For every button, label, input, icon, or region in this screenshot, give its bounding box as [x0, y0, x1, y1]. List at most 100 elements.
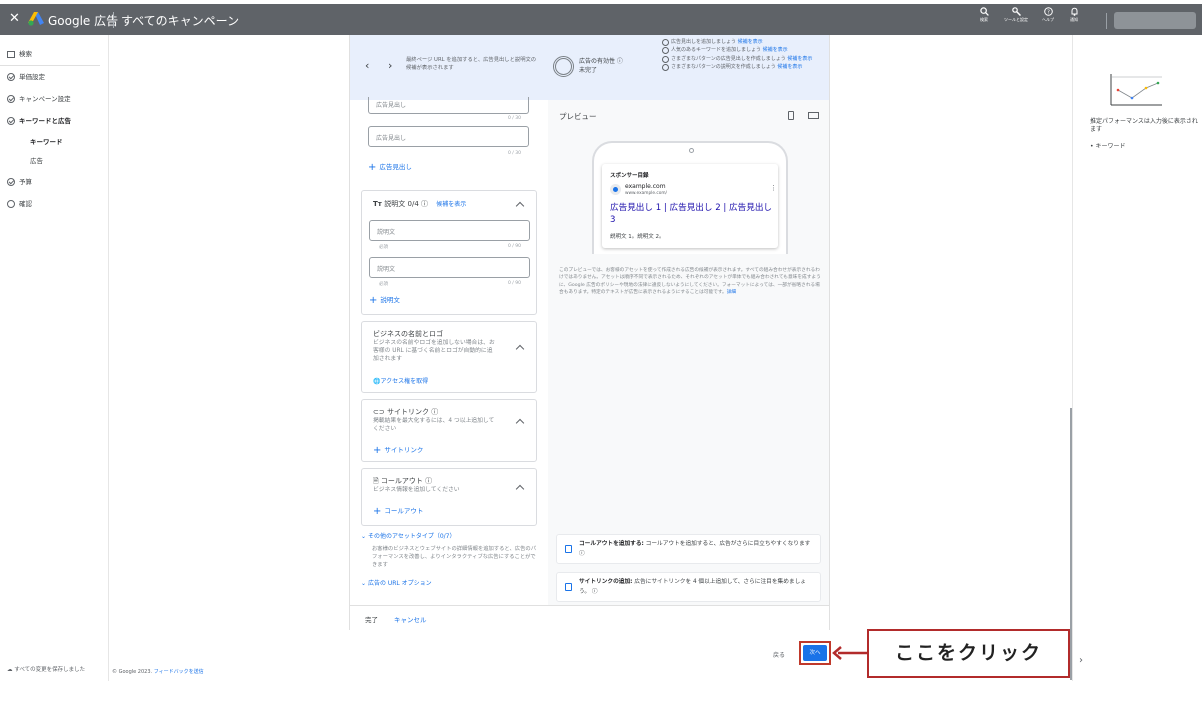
notifications-label: 通知: [1070, 17, 1078, 22]
callout-tip[interactable]: コールアウトを追加する: コールアウトを追加すると、広告がさらに目立ちやすくなり…: [556, 534, 821, 564]
campaign-type-icon: [7, 50, 15, 58]
sponsor-label: スポンサー目録: [610, 173, 649, 179]
arrow-left-icon: [832, 646, 868, 660]
show-suggestions-link[interactable]: 候補を表示: [787, 56, 812, 62]
step-budget[interactable]: 予算: [7, 176, 32, 186]
google-ads-app: ✕ Google 広告 すべてのキャンペーン 検索 ツールと設定 ? ヘルプ 通…: [0, 0, 1202, 711]
help-label: ヘルプ: [1042, 17, 1054, 22]
suggestion-item: さまざまなパターンの広告見出しを作成しましょう 候補を表示: [662, 55, 827, 63]
ad-headline: 広告見出し 1 | 広告見出し 2 | 広告見出し 3: [610, 203, 773, 225]
cancel-button[interactable]: キャンセル: [394, 614, 427, 624]
plus-icon: +: [373, 506, 382, 517]
more-vert-icon[interactable]: ⋮: [770, 184, 777, 192]
feedback-link[interactable]: フィードバックを送信: [154, 669, 204, 675]
ad-strength-ring-icon: [553, 56, 574, 77]
substep-ads[interactable]: 広告: [30, 155, 43, 165]
add-callout-button[interactable]: + コールアウト: [373, 505, 423, 517]
plus-icon: +: [373, 445, 382, 456]
performance-chart-illustration: [1110, 74, 1162, 106]
step-review[interactable]: 確認: [7, 198, 32, 208]
preview-title: プレビュー: [559, 112, 597, 121]
step-campaign-settings[interactable]: キャンペーン設定: [7, 93, 71, 103]
chevron-down-icon: ⌄: [361, 533, 368, 540]
business-title: ビジネスの名前とロゴ: [373, 330, 443, 338]
tools-icon[interactable]: ツールと設定: [1003, 7, 1029, 22]
scrollbar[interactable]: [1070, 408, 1072, 680]
check-circle-icon: [7, 117, 15, 125]
mobile-preview-icon[interactable]: [788, 111, 794, 120]
show-suggestions-link[interactable]: 候補を表示: [777, 64, 802, 70]
check-circle-icon: [7, 95, 15, 103]
headline-input[interactable]: 広告見出し: [368, 126, 529, 147]
account-info-blurred[interactable]: [1114, 12, 1196, 29]
sitelink-tip[interactable]: サイトリンクの追加: 広告にサイトリンクを 4 個以上追加して、さらに注目を集め…: [556, 572, 821, 602]
learn-more-link[interactable]: 詳細: [727, 290, 736, 295]
show-suggestions-link[interactable]: 候補を表示: [763, 47, 788, 53]
text-format-icon: Tт: [373, 200, 385, 208]
business-name-logo-card: ビジネスの名前とロゴ ビジネスの名前やロゴを追加しない場合は、お客様の URL …: [361, 321, 537, 393]
desktop-preview-icon[interactable]: [808, 112, 819, 119]
campaign-steps-nav: 検索 単価設定 キャンペーン設定 キーワードと広告 キーワード 広告 予算 確認…: [0, 35, 109, 681]
phone-camera: [689, 148, 694, 153]
check-circle-icon: [7, 73, 15, 81]
title-divider: [113, 12, 114, 28]
google-ads-logo-icon: [28, 12, 44, 26]
get-access-link[interactable]: 🌐アクセス権を取得: [373, 376, 428, 385]
favicon-icon: [610, 184, 621, 195]
chevron-right-icon[interactable]: ›: [388, 59, 392, 72]
show-suggestions-link[interactable]: 候補を表示: [436, 201, 466, 208]
add-description-button[interactable]: + 説明文: [369, 294, 400, 306]
ad-description: 説明文 1。説明文 2。: [610, 234, 665, 240]
headline-char-count: 0 / 30: [508, 116, 521, 121]
back-button[interactable]: 戻る: [773, 650, 785, 659]
other-asset-types-toggle[interactable]: ⌄ その他のアセットタイプ（0/7）: [361, 531, 455, 540]
nav-divider: [0, 65, 100, 66]
save-status: ☁ すべての変更を保存しました: [7, 667, 86, 673]
add-sitelink-button[interactable]: + サイトリンク: [373, 444, 423, 456]
description-input[interactable]: 説明文: [369, 257, 530, 278]
estimate-info-text: 推定パフォーマンスは入力後に表示されます: [1090, 118, 1198, 133]
search-icon[interactable]: 検索: [971, 7, 997, 22]
chevron-right-icon[interactable]: ›: [1079, 655, 1083, 666]
callouts-card: 🗎 コールアウト ⓘ ビジネス情報を追加してください + コールアウト: [361, 468, 537, 526]
sitelinks-card: ⊂⊃ サイトリンク ⓘ 掲載結果を最大化するには、4 つ以上追加してください +…: [361, 399, 537, 462]
notifications-icon[interactable]: 通知: [1061, 7, 1087, 22]
tools-label: ツールと設定: [1004, 17, 1028, 22]
step-keywords-and-ads[interactable]: キーワードと広告: [7, 115, 71, 125]
headline-input[interactable]: 広告見出し: [368, 97, 529, 114]
sitelinks-desc: 掲載結果を最大化するには、4 つ以上追加してください: [373, 418, 495, 432]
url-options-toggle[interactable]: ⌄ 広告の URL オプション: [361, 578, 432, 587]
link-icon: ⊂⊃: [373, 408, 387, 416]
suggestion-item: 人気のあるキーワードを追加しましょう 候補を表示: [662, 47, 827, 55]
show-suggestions-link[interactable]: 候補を表示: [738, 39, 763, 45]
preview-note: このプレビューでは、お客様のアセットを使って作成される広告の候補が表示されます。…: [559, 268, 821, 295]
required-label: 必須: [379, 245, 388, 250]
callouts-desc: ビジネス情報を追加してください: [373, 487, 460, 493]
chevron-down-icon: ⌄: [361, 580, 368, 587]
page-title[interactable]: すべてのキャンペーン: [121, 12, 239, 29]
phone-mockup: スポンサー目録 example.com www.example.com/ ⋮ 広…: [592, 141, 788, 254]
descriptions-card: Tт 説明文 0/4 ⓘ 候補を表示 説明文 必須 0 / 90 説明文 必須 …: [361, 190, 537, 315]
step-bidding[interactable]: 単価設定: [7, 71, 45, 81]
account-divider: [1106, 13, 1107, 29]
campaign-type-item[interactable]: 検索: [7, 48, 32, 58]
close-icon[interactable]: ✕: [9, 11, 20, 26]
substep-keywords[interactable]: キーワード: [30, 136, 63, 146]
ad-strength-banner: ‹ › 最終ページ URL を追加すると、広告見出しと説明文の候補が表示されます…: [350, 35, 829, 100]
done-button[interactable]: 完了: [365, 614, 378, 624]
click-here-callout: ここをクリック: [867, 629, 1070, 678]
tip-doc-icon: [565, 583, 572, 591]
description-char-count: 0 / 90: [508, 281, 521, 286]
chevron-left-icon[interactable]: ‹: [365, 59, 369, 72]
next-button[interactable]: 次へ: [803, 645, 827, 661]
description-input[interactable]: 説明文: [369, 220, 530, 241]
add-headline-button[interactable]: + 広告見出し: [368, 161, 412, 173]
required-label: 必須: [379, 282, 388, 287]
next-button-highlight: 次へ: [799, 641, 831, 665]
search-label: 検索: [980, 17, 988, 22]
svg-text:?: ?: [1047, 10, 1050, 16]
estimated-performance-panel: 推定パフォーマンスは入力後に表示されます • キーワード: [1072, 35, 1202, 681]
footer-copyright: © Google 2023. フィードバックを送信: [112, 669, 204, 675]
help-icon[interactable]: ? ヘルプ: [1035, 7, 1061, 22]
plus-icon: +: [368, 162, 377, 173]
